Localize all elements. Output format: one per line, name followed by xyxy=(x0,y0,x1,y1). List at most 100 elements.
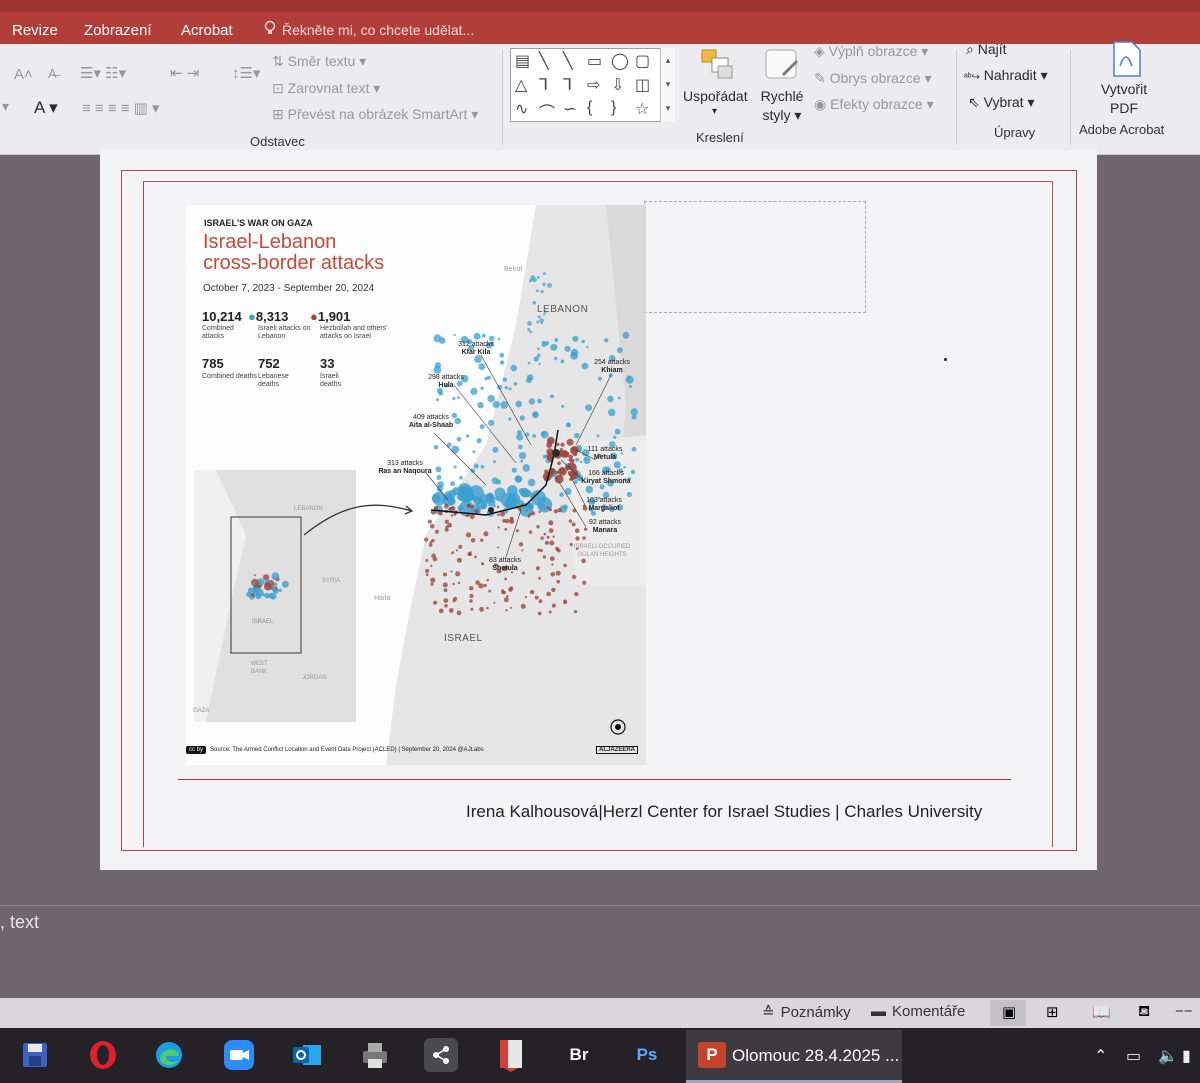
find-button[interactable]: ⌕ Najít xyxy=(966,41,1007,58)
shape-effects-button[interactable]: ◉ Efekty obrazce ▾ xyxy=(814,96,934,113)
notes-pane[interactable]: , text xyxy=(0,905,1200,1000)
attack-dot xyxy=(536,320,540,324)
brace-shape-icon[interactable]: { xyxy=(587,99,592,117)
font-color-icon[interactable]: A ▾ xyxy=(34,98,58,118)
attack-dot xyxy=(581,558,586,564)
attack-dot xyxy=(488,419,495,426)
share-icon[interactable] xyxy=(424,1038,458,1072)
attack-dot xyxy=(477,402,484,409)
clear-format-icon[interactable]: A̶ xyxy=(48,66,57,81)
star-shape-icon[interactable]: ☆ xyxy=(635,99,649,119)
connector-shape-icon[interactable]: ⅂ xyxy=(563,75,572,95)
volume-icon[interactable]: 🔈 xyxy=(1158,1046,1178,1066)
tab-acrobat[interactable]: Acrobat xyxy=(181,22,233,39)
empty-placeholder[interactable] xyxy=(644,201,866,313)
edge-icon[interactable] xyxy=(152,1038,186,1072)
attack-dot xyxy=(631,446,637,452)
attack-dot xyxy=(537,398,542,404)
comments-toggle-button[interactable]: ▬ Komentáře xyxy=(871,1003,965,1020)
attack-dot xyxy=(476,438,482,444)
replace-button[interactable]: ᵃᵇ↪ Nahradit ▾ xyxy=(964,67,1048,84)
smartart-button[interactable]: ⊞ Převést na obrázek SmartArt ▾ xyxy=(272,106,478,123)
shape-fill-button[interactable]: ◈ Výplň obrazce ▾ xyxy=(814,43,928,60)
arc-shape-icon[interactable]: ⌒ xyxy=(539,99,555,123)
indent-icon[interactable]: ⇤ ⇥ xyxy=(170,64,199,82)
attack-dot xyxy=(480,538,484,542)
tell-me-search[interactable]: Řekněte mi, co chcete udělat... xyxy=(264,20,474,39)
callout-shape-icon[interactable]: ◫ xyxy=(635,75,650,95)
attack-dot xyxy=(506,595,509,598)
cc-license-icon: cc by xyxy=(186,746,207,754)
zoom-icon[interactable] xyxy=(222,1038,256,1072)
status-bar: ≙ Poznámky ▬ Komentáře ▣ ⊞ 📖 ⛾ −− xyxy=(0,998,1200,1028)
attack-dot xyxy=(548,610,552,614)
photoshop-icon[interactable]: Ps xyxy=(630,1038,664,1072)
attack-dot xyxy=(456,492,465,501)
line-spacing-icon[interactable]: ↕☰▾ xyxy=(232,64,260,82)
curve-shape-icon[interactable]: ∽ xyxy=(563,99,576,119)
attack-dot xyxy=(443,572,447,577)
battery-icon[interactable]: ▭ xyxy=(1126,1046,1141,1066)
attack-dot xyxy=(480,465,485,469)
attack-dot xyxy=(469,599,473,603)
printer-icon[interactable] xyxy=(358,1038,392,1072)
attack-dot xyxy=(437,481,444,488)
attack-dot xyxy=(500,401,509,409)
curve-shape-icon[interactable]: ∿ xyxy=(515,99,528,119)
attack-dot xyxy=(268,595,272,599)
align-text-button[interactable]: ⊡ Zarovnat text ▾ xyxy=(272,80,380,97)
oval-shape-icon[interactable]: ◯ xyxy=(611,51,629,71)
notes-toggle-button[interactable]: ≙ Poznámky xyxy=(762,1003,851,1022)
attack-dot xyxy=(537,611,542,616)
tab-revize[interactable]: Revize xyxy=(12,22,58,39)
align-icon[interactable]: ≡ ≡ ≡ ≡ ▥ ▾ xyxy=(82,99,160,117)
create-pdf-button[interactable]: Vytvořit PDF xyxy=(1094,80,1154,118)
line-shape-icon[interactable]: ╲ xyxy=(539,51,549,71)
rectangle-shape-icon[interactable]: ▭ xyxy=(587,51,602,71)
powerpoint-taskbar-button[interactable]: P Olomouc 28.4.2025 ... xyxy=(686,1030,902,1083)
slideshow-button[interactable]: ⛾ xyxy=(1128,1000,1164,1026)
bridge-icon[interactable]: Br xyxy=(562,1038,596,1072)
attack-dot xyxy=(434,529,439,534)
save-icon[interactable] xyxy=(18,1038,52,1072)
attack-dot xyxy=(538,576,541,580)
opera-icon[interactable] xyxy=(86,1038,120,1072)
tab-zobrazeni[interactable]: Zobrazení xyxy=(84,22,152,39)
brace-shape-icon[interactable]: } xyxy=(611,99,616,117)
stat-label: Lebanese deaths xyxy=(258,373,289,388)
line-shape-icon[interactable]: ╲ xyxy=(563,51,573,71)
arrow-down-shape-icon[interactable]: ⇩ xyxy=(611,75,624,95)
triangle-shape-icon[interactable]: △ xyxy=(515,75,527,95)
attack-dot xyxy=(455,571,461,577)
attack-dot xyxy=(501,589,505,593)
rounded-rect-shape-icon[interactable]: ▢ xyxy=(635,51,650,71)
gallery-scroll[interactable]: ▴ ▾ ▾ xyxy=(660,48,675,122)
arrange-button[interactable]: Uspořádat xyxy=(683,88,748,104)
stat-value: 752 xyxy=(258,356,280,371)
shape-outline-button[interactable]: ✎ Obrys obrazce ▾ xyxy=(814,70,932,87)
slide-sorter-button[interactable]: ⊞ xyxy=(1036,1000,1072,1026)
reading-view-button[interactable]: 📖 xyxy=(1082,1000,1118,1026)
attack-dot xyxy=(540,430,549,439)
grow-font-icon[interactable]: A˄ xyxy=(14,66,33,83)
chevron-up-icon[interactable]: ⌃ xyxy=(1094,1046,1107,1066)
font-dropdown-icon[interactable]: ▾ xyxy=(2,98,9,115)
zoom-slider[interactable]: −− xyxy=(1175,1003,1193,1020)
arrow-right-shape-icon[interactable]: ⇨ xyxy=(587,75,600,95)
network-icon[interactable]: ▮ xyxy=(1182,1046,1191,1066)
shapes-gallery[interactable]: ▤ ╲ ╲ ▭ ◯ ▢ △ ⅂ ⅂ ⇨ ⇩ ◫ ∿ ⌒ ∽ { } ☆ xyxy=(510,48,675,122)
quick-styles-button[interactable]: Rychlé styly ▾ xyxy=(759,87,805,125)
attack-dot xyxy=(518,452,527,460)
attack-dot xyxy=(574,610,578,614)
textbox-shape-icon[interactable]: ▤ xyxy=(515,51,530,71)
text-direction-button[interactable]: ⇅ Směr textu ▾ xyxy=(272,53,366,70)
attack-dot xyxy=(564,488,572,495)
attack-dot xyxy=(478,363,486,370)
bullets-icon[interactable]: ☰▾ ☷▾ xyxy=(80,64,126,82)
outlook-icon[interactable] xyxy=(290,1038,324,1072)
select-button[interactable]: ⇖ Vybrat ▾ xyxy=(968,94,1035,111)
connector-shape-icon[interactable]: ⅂ xyxy=(539,75,548,95)
normal-view-button[interactable]: ▣ xyxy=(990,1000,1026,1026)
pdf-reader-icon[interactable] xyxy=(494,1038,528,1072)
attack-dot xyxy=(425,573,429,576)
